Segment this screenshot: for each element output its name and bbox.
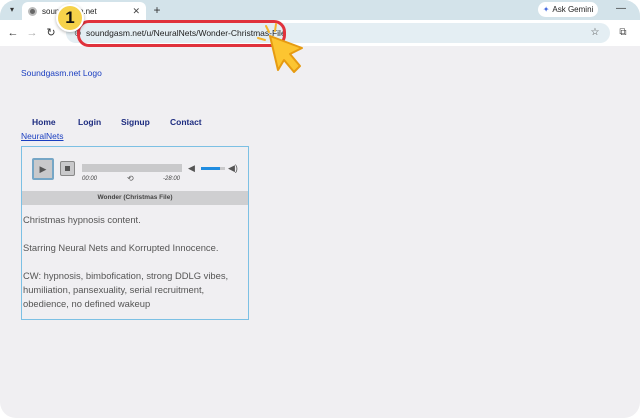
bookmark-star-icon[interactable]: ☆ [588,26,602,40]
step-number-badge: 1 [56,4,84,32]
ask-gemini-button[interactable]: ✦ Ask Gemini [538,2,598,17]
ask-gemini-label: Ask Gemini [552,5,594,14]
volume-slider[interactable] [201,167,225,170]
extensions-puzzle-icon[interactable]: ⧉ [617,26,629,40]
hand-pointer-icon [257,23,303,73]
description-paragraph: Starring Neural Nets and Korrupted Innoc… [23,242,219,253]
gemini-spark-icon: ✦ [542,5,550,14]
play-icon: ▶ [39,164,47,174]
track-description: Christmas hypnosis content. Starring Neu… [22,213,248,325]
audio-container: ▶ 00:00 ⟲ -28:00 ◀ ◀) Wonder (Christmas … [21,146,249,320]
volume-level-fill [201,167,221,170]
nav-login-link[interactable]: Login [78,117,101,127]
user-profile-link[interactable]: NeuralNets [21,131,64,141]
time-remaining: -28:00 [163,176,181,182]
volume-max-icon[interactable]: ◀) [228,163,238,174]
play-button[interactable]: ▶ [32,158,54,180]
description-paragraph: Christmas hypnosis content. [23,214,141,225]
site-favicon-icon [28,6,37,16]
tab-search-icon[interactable]: ▾ [6,4,18,16]
active-tab[interactable]: soundgasm.net ✕ [22,2,146,20]
new-tab-button[interactable]: + [150,3,164,17]
nav-contact-link[interactable]: Contact [170,117,202,127]
stop-button[interactable] [60,161,75,176]
forward-arrow-icon[interactable]: → [25,26,39,40]
repeat-icon[interactable]: ⟲ [127,174,134,183]
back-arrow-icon[interactable]: ← [6,26,20,40]
site-logo-link[interactable]: Soundgasm.net Logo [21,68,102,78]
screenshot-frame: ▾ soundgasm.net ✕ + ✦ Ask Gemini — ← → ↻… [0,0,640,418]
mute-speaker-icon[interactable]: ◀ [188,163,195,174]
url-highlight-ring [77,20,286,47]
track-title: Wonder (Christmas File) [22,191,248,205]
minimize-button[interactable]: — [614,2,628,16]
audio-player: ▶ 00:00 ⟲ -28:00 ◀ ◀) [22,147,248,191]
nav-home-link[interactable]: Home [32,117,56,127]
time-current: 00:00 [82,176,98,182]
nav-signup-link[interactable]: Signup [121,117,150,127]
seek-bar[interactable] [82,164,182,172]
description-paragraph: CW: hypnosis, bimbofication, strong DDLG… [23,270,229,309]
reload-icon[interactable]: ↻ [44,26,58,40]
close-tab-icon[interactable]: ✕ [132,6,140,17]
tab-strip: ▾ soundgasm.net ✕ + ✦ Ask Gemini — [0,0,640,20]
